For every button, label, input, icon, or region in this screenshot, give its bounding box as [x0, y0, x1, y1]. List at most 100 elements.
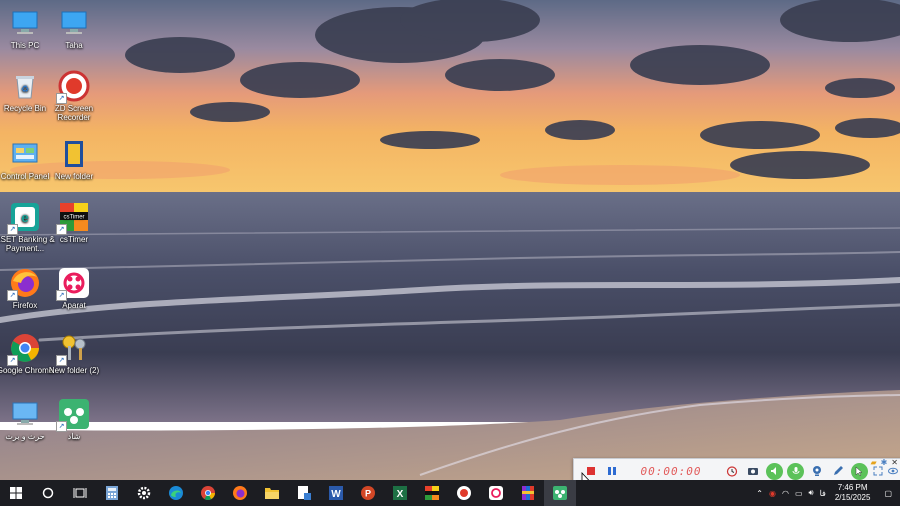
desktop-icon-label: New folder (2) — [48, 366, 100, 375]
taskbar-settings[interactable] — [128, 480, 160, 506]
powerpoint-icon: P — [361, 486, 375, 500]
recorder-settings-button[interactable]: ✱ — [881, 458, 888, 467]
calculator-icon — [106, 486, 118, 500]
svg-text:♻: ♻ — [21, 84, 29, 94]
chrome-icon: ↗ — [7, 332, 41, 366]
shortcut-arrow-icon: ↗ — [7, 355, 18, 366]
desktop-icon-zd-recorder[interactable]: ↗ ZD Screen Recorder — [44, 70, 104, 122]
language-indicator[interactable]: فا — [817, 489, 829, 498]
document-tool-icon — [298, 486, 311, 500]
desktop-icon-label: New folder — [54, 172, 94, 181]
cortana-circle-icon — [42, 487, 54, 499]
desktop-icon-label: شاد — [67, 432, 81, 441]
user-pc-icon — [58, 7, 90, 39]
alarm-clock-icon — [726, 466, 738, 477]
show-hidden-icons-button[interactable]: ⌃ — [753, 489, 766, 498]
taskbar-edge[interactable] — [160, 480, 192, 506]
cursor-highlight-button[interactable] — [850, 462, 868, 480]
cortana-button[interactable] — [32, 480, 64, 506]
gear-icon — [137, 486, 151, 500]
task-view-icon — [73, 488, 87, 498]
shortcut-arrow-icon: ↗ — [56, 224, 67, 235]
screenshot-button[interactable] — [745, 462, 762, 480]
taskbar-snipping-tool[interactable] — [288, 480, 320, 506]
recording-timer: 00:00:00 — [640, 464, 702, 478]
pen-icon — [834, 466, 844, 475]
task-view-button[interactable] — [64, 480, 96, 506]
desktop-icon-aparat[interactable]: ↗ Aparat — [44, 267, 104, 310]
clock-date: 2/15/2025 — [834, 493, 871, 502]
shortcut-arrow-icon: ↗ — [7, 290, 18, 301]
desktop-icon-cstimer[interactable]: csTimer ↗ csTimer — [44, 201, 104, 244]
system-tray: ⌃ ◉ ◠ ▭ 🔊︎ فا 7:46 PM 2/15/2025 ▢ — [753, 480, 900, 506]
speaker-icon — [770, 467, 776, 475]
aparat-icon: ↗ — [56, 267, 90, 301]
webcam-toggle-button[interactable] — [808, 462, 825, 480]
keys-folder-icon: ↗ — [56, 332, 90, 366]
battery-icon[interactable]: ▭ — [792, 489, 806, 498]
microphone-toggle-button[interactable] — [787, 462, 805, 480]
zd-recorder-icon: ↗ — [56, 70, 90, 104]
taskbar-shad[interactable] — [544, 480, 576, 506]
desktop-icon-new-folder[interactable]: New folder — [44, 138, 104, 181]
speaker-toggle-button[interactable] — [766, 462, 784, 480]
timer-schedule-button[interactable] — [723, 462, 740, 480]
desktop-icon-label: Taha — [65, 41, 83, 50]
desktop-icon-taha[interactable]: Taha — [44, 7, 104, 50]
this-pc-icon — [9, 7, 41, 39]
edge-icon — [169, 486, 183, 500]
taskbar: W P X ⌃ ◉ ◠ ▭ 🔊︎ فا 7:46 PM 2/15/2025 ▢ — [0, 480, 900, 506]
taskbar-calculator[interactable] — [96, 480, 128, 506]
firefox-icon: ↗ — [7, 267, 41, 301]
taskbar-powerpoint[interactable]: P — [352, 480, 384, 506]
monitor-icon — [9, 398, 41, 430]
firefox-icon — [233, 486, 247, 500]
start-button[interactable] — [0, 480, 32, 506]
desktop-icon-new-folder-2[interactable]: ↗ New folder (2) — [44, 332, 104, 375]
recorder-folder-button[interactable]: ▰ — [870, 458, 876, 467]
expand-icon — [873, 466, 883, 476]
taskbar-aparat[interactable] — [480, 480, 512, 506]
recorder-close-button[interactable]: ✕ — [891, 458, 898, 467]
shortcut-arrow-icon: ↗ — [56, 421, 67, 432]
record-icon — [457, 486, 471, 500]
desktop-icon-label: ZD Screen Recorder — [54, 104, 94, 122]
shortcut-arrow-icon: ↗ — [7, 224, 18, 235]
pause-icon — [607, 467, 616, 475]
taskbar-word[interactable]: W — [320, 480, 352, 506]
svg-text:e: e — [21, 210, 28, 225]
tray-recorder-icon[interactable]: ◉ — [766, 489, 779, 498]
control-panel-icon — [9, 138, 41, 170]
taskbar-excel[interactable]: X — [384, 480, 416, 506]
clock[interactable]: 7:46 PM 2/15/2025 — [829, 483, 877, 503]
taskbar-file-explorer[interactable] — [256, 480, 288, 506]
folder-icon — [58, 138, 90, 170]
excel-icon: X — [393, 486, 407, 500]
shad-icon: ↗ — [56, 398, 90, 432]
draw-pen-button[interactable] — [830, 462, 847, 480]
svg-text:X: X — [397, 489, 404, 500]
taskbar-winrar[interactable] — [512, 480, 544, 506]
taskbar-chrome[interactable] — [192, 480, 224, 506]
desktop-icon-label: csTimer — [59, 235, 89, 244]
taskbar-zd-recorder[interactable] — [448, 480, 480, 506]
desktop-wallpaper — [0, 0, 900, 506]
svg-text:W: W — [331, 489, 341, 500]
shad-icon — [553, 486, 567, 500]
clock-time: 7:46 PM — [837, 483, 868, 492]
svg-text:csTimer: csTimer — [63, 215, 84, 221]
pause-record-button[interactable] — [603, 462, 620, 480]
taskbar-firefox[interactable] — [224, 480, 256, 506]
recycle-bin-icon: ♻ — [9, 70, 41, 102]
word-icon: W — [329, 486, 343, 500]
desktop-icon-shad[interactable]: ↗ شاد — [44, 398, 104, 441]
notification-center-button[interactable]: ▢ — [876, 489, 900, 498]
windows-logo-icon — [10, 487, 22, 499]
microphone-icon — [792, 467, 800, 474]
volume-icon[interactable]: 🔊︎ — [806, 488, 817, 498]
desktop-icon-label: Aparat — [62, 301, 86, 310]
eye-icon — [888, 467, 899, 475]
wifi-icon[interactable]: ◠ — [779, 489, 792, 498]
taskbar-cstimer[interactable] — [416, 480, 448, 506]
folder-icon — [265, 488, 279, 499]
